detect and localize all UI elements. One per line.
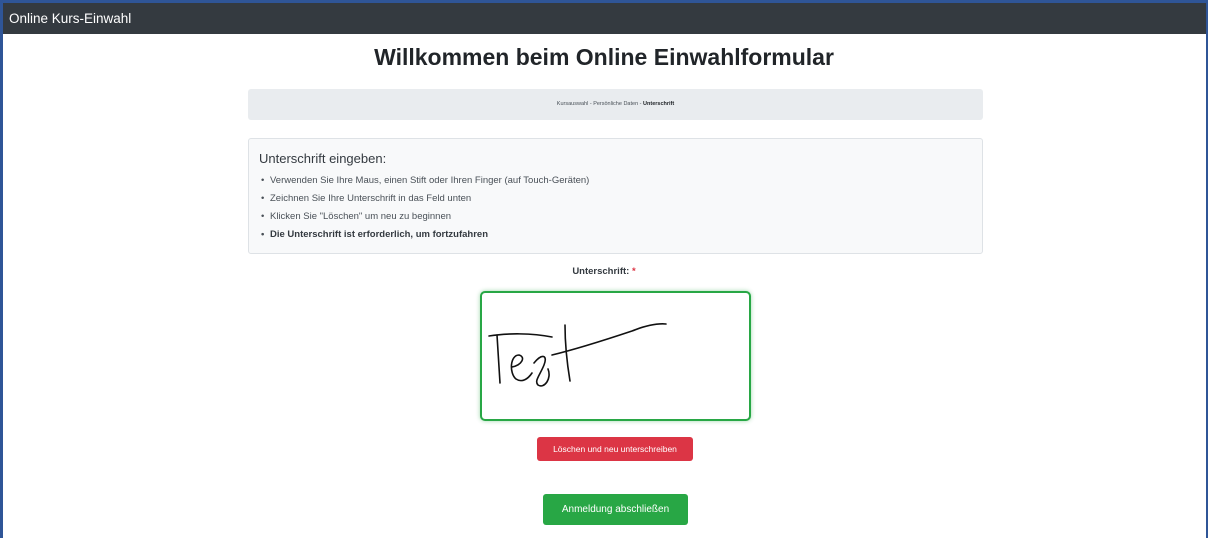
instructions-list: Verwenden Sie Ihre Maus, einen Stift ode… <box>259 172 972 244</box>
clear-signature-button[interactable]: Löschen und neu unterschreiben <box>537 437 693 461</box>
app-title-bar: Online Kurs-Einwahl <box>3 3 1206 34</box>
instruction-item: Klicken Sie "Löschen" um neu zu beginnen <box>259 208 972 226</box>
breadcrumb-step-signature-active: Unterschrift <box>643 101 675 107</box>
instructions-title: Unterschrift eingeben: <box>259 151 387 166</box>
page-title: Willkommen beim Online Einwahlformular <box>374 44 834 70</box>
breadcrumb-step-course-selection: Kursauswahl <box>556 101 589 107</box>
signature-drawing <box>488 323 667 387</box>
signature-pad[interactable] <box>480 291 751 421</box>
required-marker: * <box>631 266 636 277</box>
submit-registration-button[interactable]: Anmeldung abschließen <box>543 494 688 525</box>
signature-instructions-box: Unterschrift eingeben: Verwenden Sie Ihr… <box>248 138 983 254</box>
breadcrumb-step-personal-data: Persönliche Daten <box>593 101 639 107</box>
instruction-item: Zeichnen Sie Ihre Unterschrift in das Fe… <box>259 190 972 208</box>
signature-label: Unterschrift: * <box>0 266 1208 277</box>
breadcrumb: Kursauswahl - Persönliche Daten - Unters… <box>248 89 983 120</box>
signature-label-text: Unterschrift: <box>572 266 630 277</box>
instruction-item: Verwenden Sie Ihre Maus, einen Stift ode… <box>259 172 972 190</box>
app-title: Online Kurs-Einwahl <box>9 11 132 26</box>
instruction-item-required: Die Unterschrift ist erforderlich, um fo… <box>259 226 972 244</box>
